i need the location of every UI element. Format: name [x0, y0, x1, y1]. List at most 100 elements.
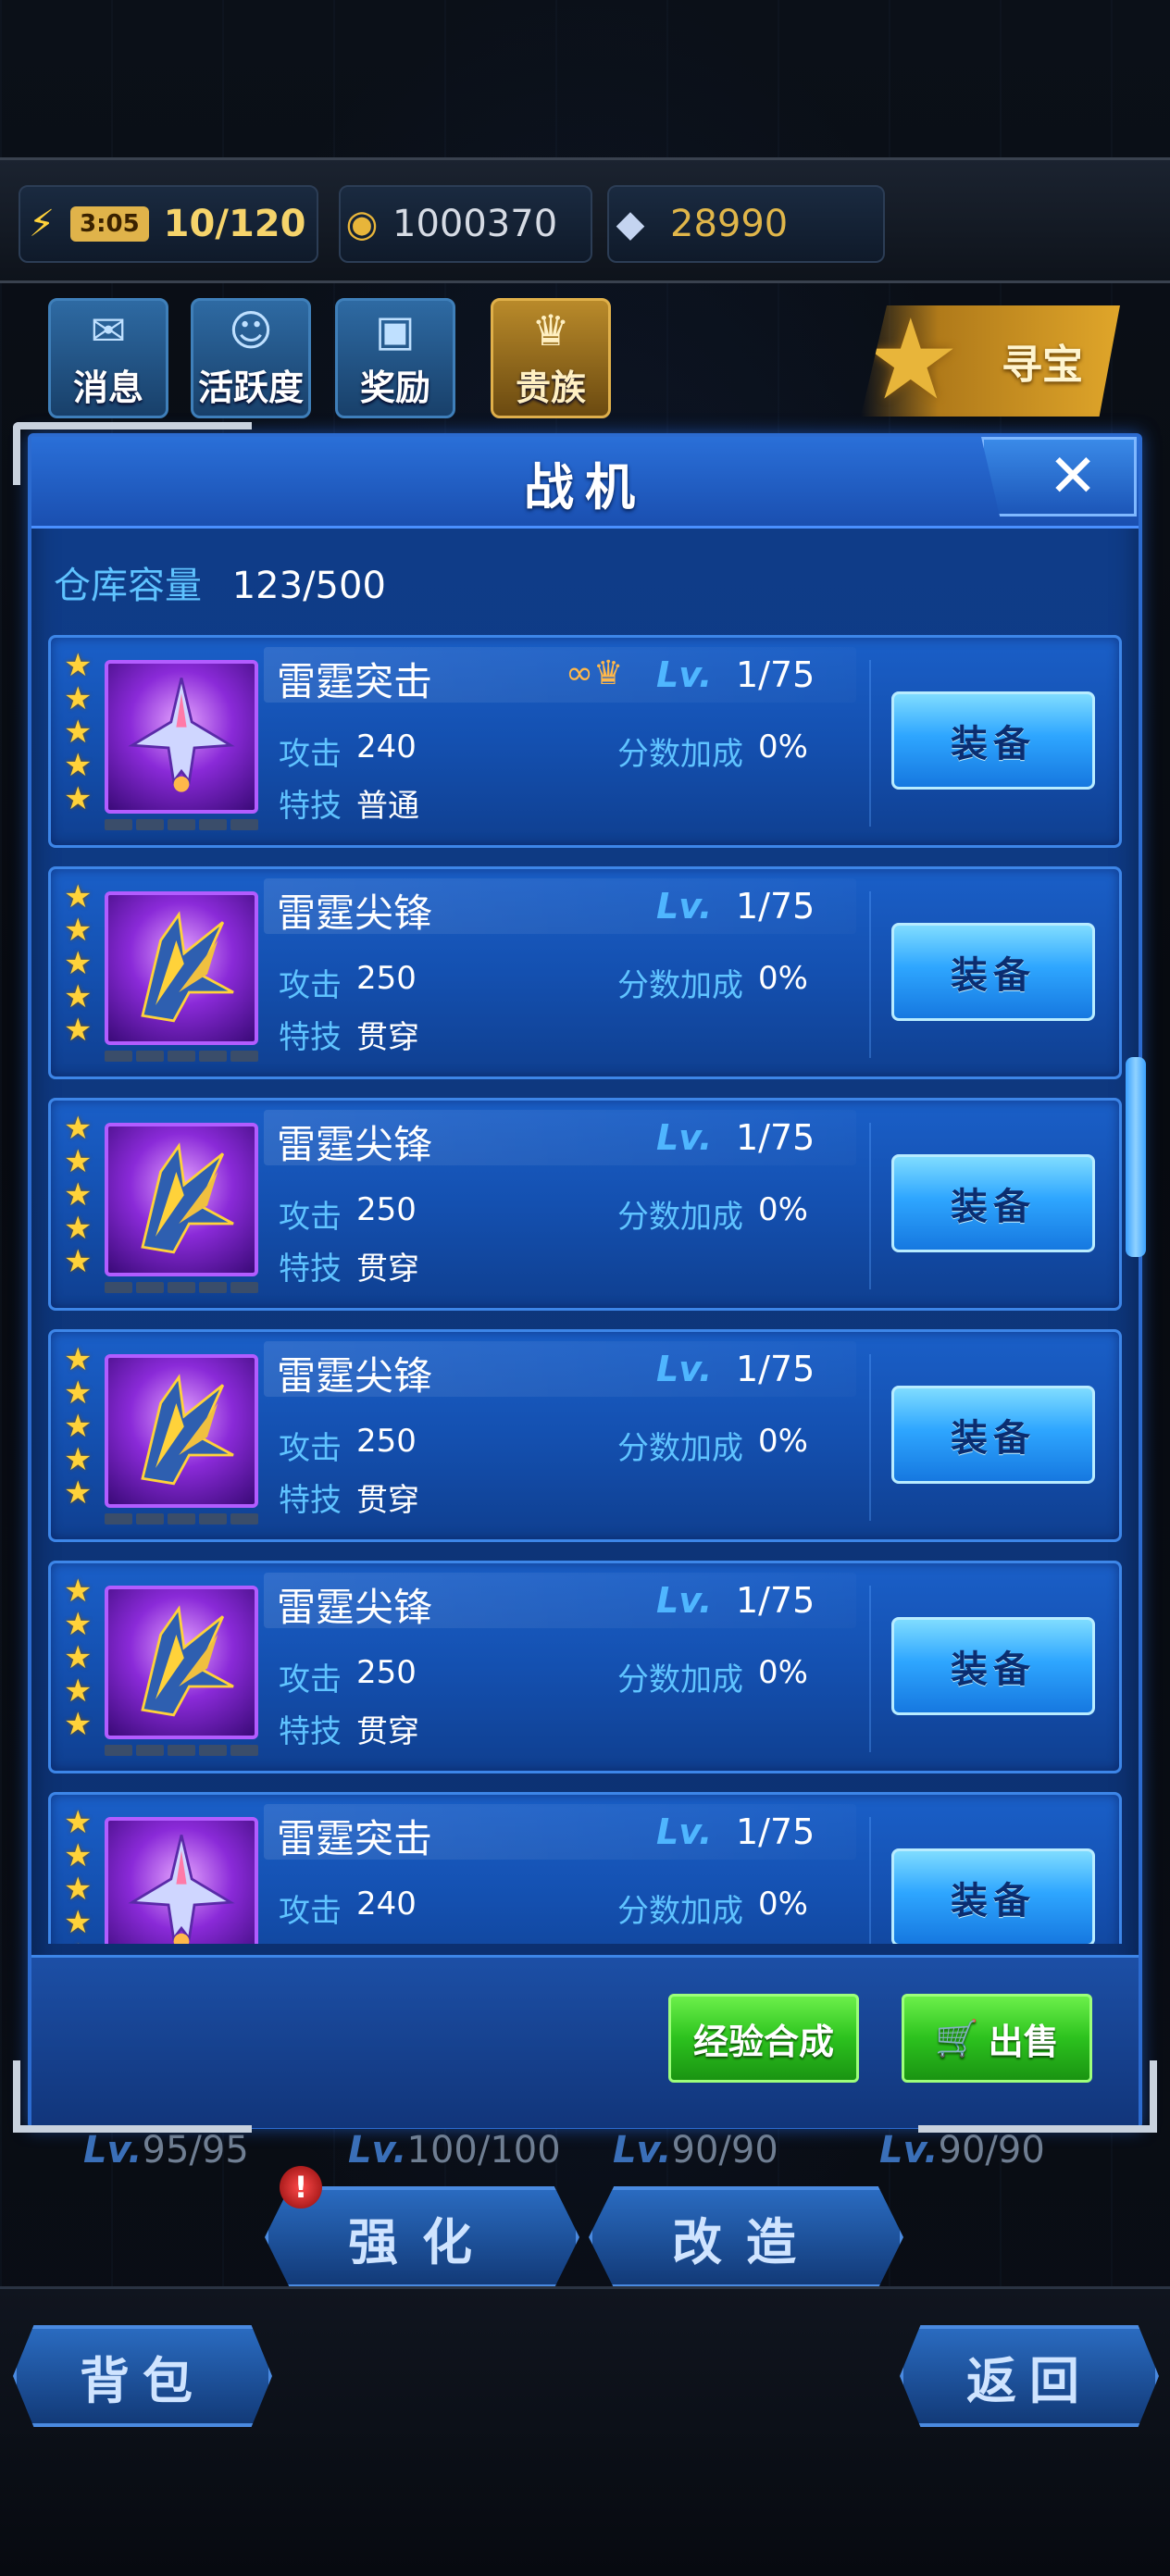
smile-badge-icon: ☺ [229, 305, 273, 355]
star-rating: ★★★★★ [64, 1343, 92, 1510]
lv-prefix: Lv. [613, 2129, 672, 2172]
star-rating: ★★★★★ [64, 1112, 92, 1278]
back-label: 返回 [966, 2351, 1092, 2410]
fighter-row[interactable]: ★ ★ ★ ★ ★ 雷霆尖锋 Lv. 1/75 攻击 250 分数加成 0% 特技 贯穿 装备 [48, 1329, 1122, 1542]
star-icon: ★ [64, 1110, 93, 1147]
fighter-list[interactable]: ★ ★ ★ ★ ★ 雷霆突击 ∞♛ Lv. 1/75 攻击 240 分数加成 0% 特技 普通 装备 ★ ★ ★ ★ ★… [48, 635, 1122, 1944]
vip-icon: ♛ [531, 305, 570, 355]
modify-button[interactable]: 改造 [589, 2186, 903, 2288]
row-divider [869, 1817, 871, 1944]
fighter-level: 1/75 [736, 1117, 815, 1158]
energy-counter[interactable]: ⚡ 3:05 10/120 [19, 185, 318, 263]
equip-button[interactable]: 装备 [891, 691, 1095, 790]
fighter-level: 1/75 [736, 1349, 815, 1389]
sell-label: 出售 [988, 2021, 1059, 2062]
bonus-value: 0% [758, 1423, 808, 1460]
star-icon: ★ [64, 747, 93, 784]
star-icon: ★ [64, 978, 93, 1015]
fighter-row[interactable]: ★★★★★ 雷霆突击 Lv. 1/75 攻击 240 分数加成 0% 特技 普通 装备 [48, 1792, 1122, 1944]
fighter-thumbnail[interactable] [105, 660, 258, 814]
thumb-slots [105, 1051, 258, 1062]
fighter-row[interactable]: ★ ★ ★ ★ ★ 雷霆尖锋 Lv. 1/75 攻击 250 分数加成 0% 特技 贯穿 装备 [48, 1561, 1122, 1773]
level-label-2: Lv.100/100 [348, 2129, 561, 2172]
fighter-thumbnail[interactable] [105, 891, 258, 1045]
fighter-thumbnail[interactable] [105, 1586, 258, 1739]
star-icon: ★ [64, 780, 93, 817]
diamond-icon: ◆ [616, 203, 645, 245]
star-rating: ★★★★★ [64, 649, 92, 815]
lv-value: 90/90 [938, 2129, 1045, 2172]
attack-value: 240 [356, 1885, 417, 1923]
skill-value: 贯穿 [356, 1251, 419, 1288]
fighter-row[interactable]: ★ ★ ★ ★ ★ 雷霆突击 ∞♛ Lv. 1/75 攻击 240 分数加成 0% 特技 普通 装备 [48, 635, 1122, 848]
exp-merge-button[interactable]: 经验合成 [668, 1994, 859, 2083]
fighter-name: 雷霆突击 [277, 1816, 433, 1861]
nav-message-button[interactable]: ✉ 消息 [48, 298, 168, 418]
fighter-thumbnail[interactable] [105, 1354, 258, 1508]
row-divider [869, 1123, 871, 1289]
star-icon: ★ [64, 1210, 93, 1247]
bonus-label: 分数加成 [617, 967, 743, 1004]
fighter-name: 雷霆突击 [277, 659, 433, 704]
bonus-value: 0% [758, 1654, 808, 1691]
star-icon: ★ [64, 878, 93, 915]
row-divider [869, 1354, 871, 1521]
star-icon: ★ [64, 1706, 93, 1743]
skill-label: 特技 [279, 1482, 342, 1519]
skill-value: 贯穿 [356, 1019, 419, 1056]
treasure-label: 寻宝 [1002, 342, 1083, 389]
attack-value: 250 [356, 1423, 417, 1460]
equip-button[interactable]: 装备 [891, 1848, 1095, 1944]
alert-glyph: ! [293, 2170, 308, 2205]
bag-button[interactable]: 背包 [13, 2325, 272, 2427]
attack-label: 攻击 [279, 967, 342, 1004]
skill-value: 普通 [356, 788, 419, 825]
list-scrollbar[interactable] [1126, 1057, 1146, 1257]
fighter-thumbnail[interactable] [105, 1817, 258, 1944]
lv-prefix: Lv. [83, 2129, 143, 2172]
star-icon: ★ [64, 945, 93, 982]
treasure-button[interactable]: ★ 寻宝 [861, 305, 1120, 417]
level-label-4: Lv.90/90 [879, 2129, 1045, 2172]
lv-value: 100/100 [406, 2129, 561, 2172]
gold-counter[interactable]: ◉ 1000370 [339, 185, 592, 263]
assault-jet-icon [117, 1827, 246, 1944]
back-button[interactable]: 返回 [900, 2325, 1159, 2427]
fighter-row[interactable]: ★ ★ ★ ★ ★ 雷霆尖锋 Lv. 1/75 攻击 250 分数加成 0% 特技 贯穿 装备 [48, 1098, 1122, 1311]
star-icon: ★ [64, 647, 93, 684]
bonus-label: 分数加成 [617, 1199, 743, 1236]
nav-vip-button[interactable]: ♛ 贵族 [491, 298, 611, 418]
star-icon: ★ [64, 1639, 93, 1676]
star-icon: ★ [64, 1176, 93, 1213]
skill-value: 贯穿 [356, 1482, 419, 1519]
star-icon: ★ [64, 912, 93, 949]
nav-reward-button[interactable]: ▣ 奖励 [335, 298, 455, 418]
energy-timer: 3:05 [70, 206, 149, 242]
nav-activity-button[interactable]: ☺ 活跃度 [191, 298, 311, 418]
gem-counter[interactable]: ◆ 28990 [607, 185, 885, 263]
spear-jet-icon [117, 1133, 246, 1266]
fighter-thumbnail[interactable] [105, 1123, 258, 1276]
equip-button[interactable]: 装备 [891, 1617, 1095, 1715]
equip-button[interactable]: 装备 [891, 1386, 1095, 1484]
skill-label: 特技 [279, 788, 342, 825]
medal-icon: ∞♛ [566, 654, 624, 692]
bonus-value: 0% [758, 1885, 808, 1923]
skill-label: 特技 [279, 1713, 342, 1750]
fighter-name: 雷霆尖锋 [277, 890, 433, 936]
bonus-value: 0% [758, 728, 808, 765]
equip-button[interactable]: 装备 [891, 923, 1095, 1021]
star-icon: ★ [64, 1143, 93, 1180]
star-icon: ★ [64, 1573, 93, 1610]
fighter-row[interactable]: ★ ★ ★ ★ ★ 雷霆尖锋 Lv. 1/75 攻击 250 分数加成 0% 特技 贯穿 装备 [48, 866, 1122, 1079]
star-icon: ★ [64, 1939, 92, 1944]
message-icon: ✉ [90, 305, 127, 355]
nav-reward-label: 奖励 [359, 367, 430, 408]
equip-button[interactable]: 装备 [891, 1154, 1095, 1252]
fighter-name: 雷霆尖锋 [277, 1353, 433, 1399]
capacity-label: 仓库容量 [54, 565, 202, 607]
fighter-level: 1/75 [736, 1811, 815, 1852]
gold-value: 1000370 [392, 203, 558, 245]
close-button[interactable]: ✕ [981, 437, 1137, 516]
level-label-3: Lv.90/90 [613, 2129, 778, 2172]
